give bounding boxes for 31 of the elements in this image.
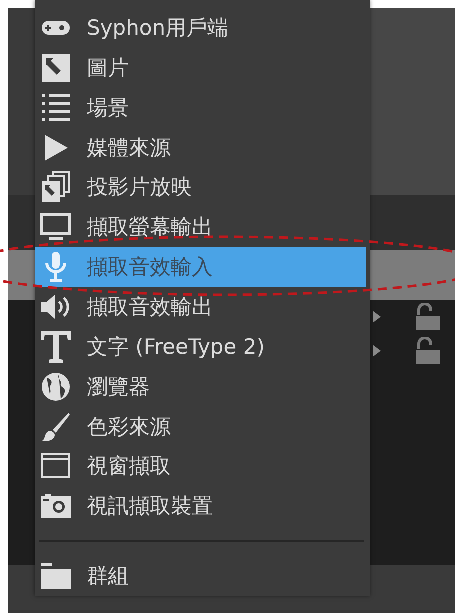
menu-item[interactable]: 擷取音效輸出 [35, 287, 366, 327]
menu-item[interactable]: 文字 (FreeType 2) [35, 326, 366, 367]
expand-caret-icon[interactable] [373, 311, 381, 323]
text-icon [40, 330, 72, 364]
list-icon [41, 94, 71, 122]
gamepad-icon [41, 20, 71, 36]
menu-item[interactable]: 瀏覽器 [35, 366, 366, 407]
menu-item[interactable]: 視訊擷取裝置 [35, 486, 366, 526]
unlocked-padlock-icon[interactable] [415, 303, 441, 331]
unlocked-padlock-icon[interactable] [415, 337, 441, 365]
menu-item[interactable]: 群組 [35, 556, 366, 596]
menu-item[interactable]: 投影片放映 [35, 167, 366, 208]
window-icon [41, 453, 71, 480]
menu-item[interactable]: 色彩來源 [35, 406, 366, 446]
image-icon [41, 52, 71, 83]
microphone-icon [44, 251, 68, 284]
paintbrush-icon [41, 412, 71, 442]
globe-icon [41, 372, 71, 402]
monitor-icon [40, 213, 72, 242]
folder-icon [40, 562, 72, 590]
menu-item[interactable]: 媒體來源 [35, 128, 366, 168]
speaker-icon [40, 294, 72, 320]
expand-caret-icon[interactable] [373, 345, 381, 357]
camera-icon [40, 493, 72, 520]
stacked-images-icon [41, 171, 71, 204]
play-icon [43, 134, 69, 162]
menu-item[interactable]: 視窗擷取 [35, 446, 366, 486]
menu-item[interactable]: 擷取螢幕輸出 [35, 207, 366, 248]
menu-item[interactable]: Syphon用戶端 [35, 8, 366, 48]
menu-item[interactable]: 場景 [35, 88, 366, 128]
menu-item[interactable]: 圖片 [35, 48, 366, 88]
